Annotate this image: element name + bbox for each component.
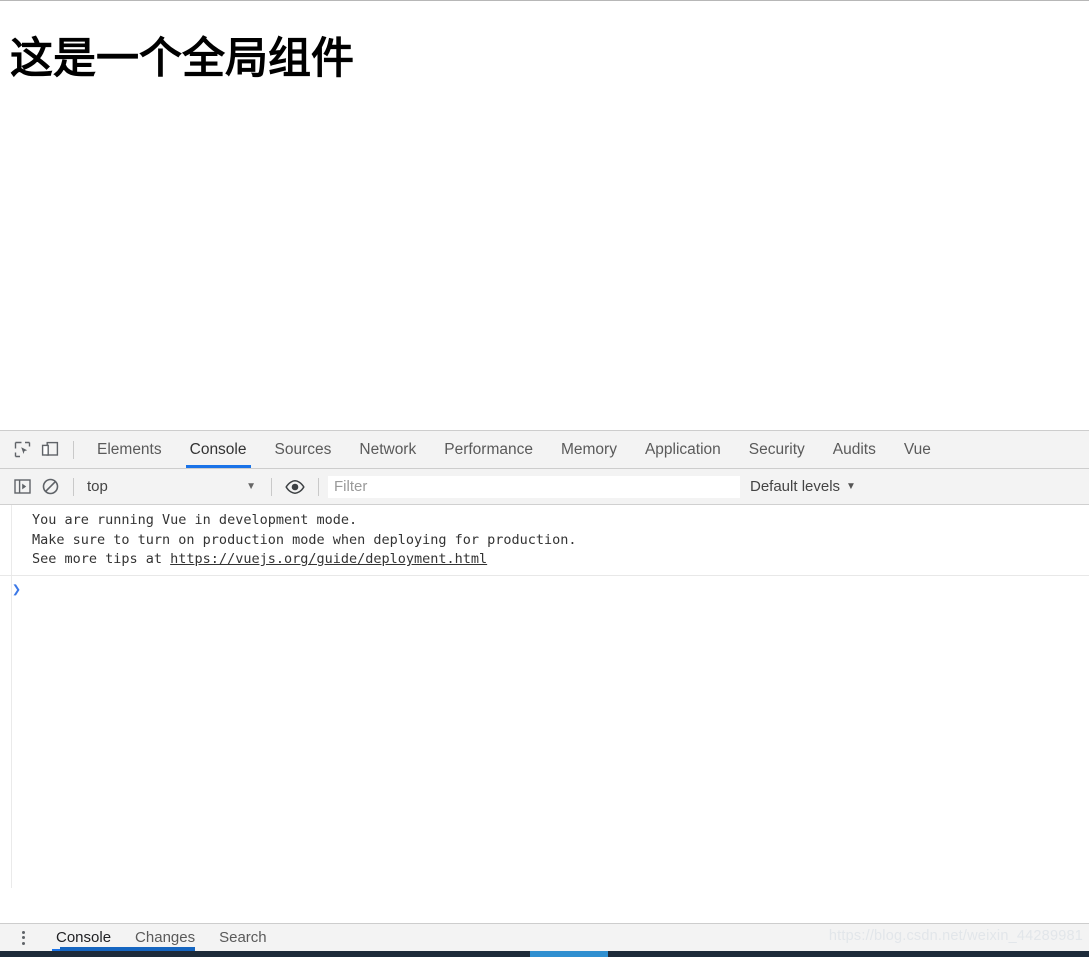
tab-application[interactable]: Application <box>631 431 735 468</box>
filterbar-divider-2 <box>271 477 272 496</box>
tab-memory[interactable]: Memory <box>547 431 631 468</box>
prompt-chevron-icon: ❯ <box>12 579 22 598</box>
console-context-dropdown[interactable]: top ▼ <box>83 478 262 495</box>
device-toolbar-icon[interactable] <box>36 436 64 464</box>
drawer-tab-label: Search <box>219 929 267 946</box>
chevron-down-icon: ▼ <box>846 481 856 492</box>
devtools-toolbar: Elements Console Sources Network Perform… <box>0 431 1089 469</box>
console-filter-bar: top ▼ Default levels ▼ <box>0 469 1089 505</box>
devtools-panel: Elements Console Sources Network Perform… <box>0 430 1089 923</box>
page-viewport: 这是一个全局组件 <box>0 0 1089 430</box>
tab-security[interactable]: Security <box>735 431 819 468</box>
tab-label: Performance <box>444 440 533 458</box>
kebab-dot <box>21 941 25 945</box>
inspect-element-icon[interactable] <box>8 436 36 464</box>
console-sidebar-icon[interactable] <box>8 473 36 501</box>
tab-label: Audits <box>832 440 876 458</box>
clear-console-icon[interactable] <box>36 473 64 501</box>
taskbar-accent-segment <box>60 947 195 951</box>
console-message-text: See more tips at <box>32 551 171 567</box>
page-title: 这是一个全局组件 <box>10 35 354 83</box>
console-message-line: You are running Vue in development mode. <box>32 512 358 528</box>
tab-vue[interactable]: Vue <box>890 431 945 468</box>
vuejs-deployment-link[interactable]: https://vuejs.org/guide/deployment.html <box>170 551 487 567</box>
kebab-dot <box>21 930 25 934</box>
taskbar-strip <box>0 947 1089 957</box>
kebab-menu-icon[interactable] <box>10 925 36 951</box>
console-context-value: top <box>87 478 108 495</box>
eye-icon[interactable] <box>281 473 309 501</box>
tab-label: Sources <box>274 440 332 458</box>
taskbar-active-segment <box>530 951 608 957</box>
tab-label: Vue <box>903 440 931 458</box>
tab-audits[interactable]: Audits <box>819 431 890 468</box>
console-filter-input[interactable] <box>328 475 740 498</box>
filterbar-divider-1 <box>73 477 74 496</box>
console-levels-label: Default levels <box>750 478 841 495</box>
tab-label: Console <box>189 440 247 458</box>
devtools-tab-list: Elements Console Sources Network Perform… <box>83 431 945 468</box>
tab-performance[interactable]: Performance <box>430 431 547 468</box>
tab-network[interactable]: Network <box>345 431 430 468</box>
console-message-vue-devmode: You are running Vue in development mode.… <box>0 505 1089 576</box>
tab-label: Application <box>644 440 721 458</box>
tab-sources[interactable]: Sources <box>261 431 346 468</box>
console-message-line: Make sure to turn on production mode whe… <box>32 531 577 548</box>
toolbar-divider <box>73 440 74 459</box>
tab-label: Security <box>748 440 805 458</box>
console-prompt-row[interactable]: ❯ <box>0 576 1089 604</box>
console-message-line-with-link: See more tips at https://vuejs.org/guide… <box>0 550 1089 570</box>
drawer-tab-search[interactable]: Search <box>207 924 279 952</box>
tab-label: Elements <box>97 440 162 458</box>
tab-label: Network <box>359 440 417 458</box>
console-levels-dropdown[interactable]: Default levels ▼ <box>750 478 856 495</box>
tab-label: Memory <box>560 440 617 458</box>
tab-elements[interactable]: Elements <box>83 431 176 468</box>
drawer-tab-label: Changes <box>135 929 196 946</box>
kebab-dot <box>21 936 25 939</box>
drawer-tab-label: Console <box>56 929 112 946</box>
chevron-down-icon: ▼ <box>246 481 256 492</box>
console-output: You are running Vue in development mode.… <box>0 505 1089 888</box>
filterbar-divider-3 <box>318 477 319 496</box>
tab-console[interactable]: Console <box>176 431 261 468</box>
